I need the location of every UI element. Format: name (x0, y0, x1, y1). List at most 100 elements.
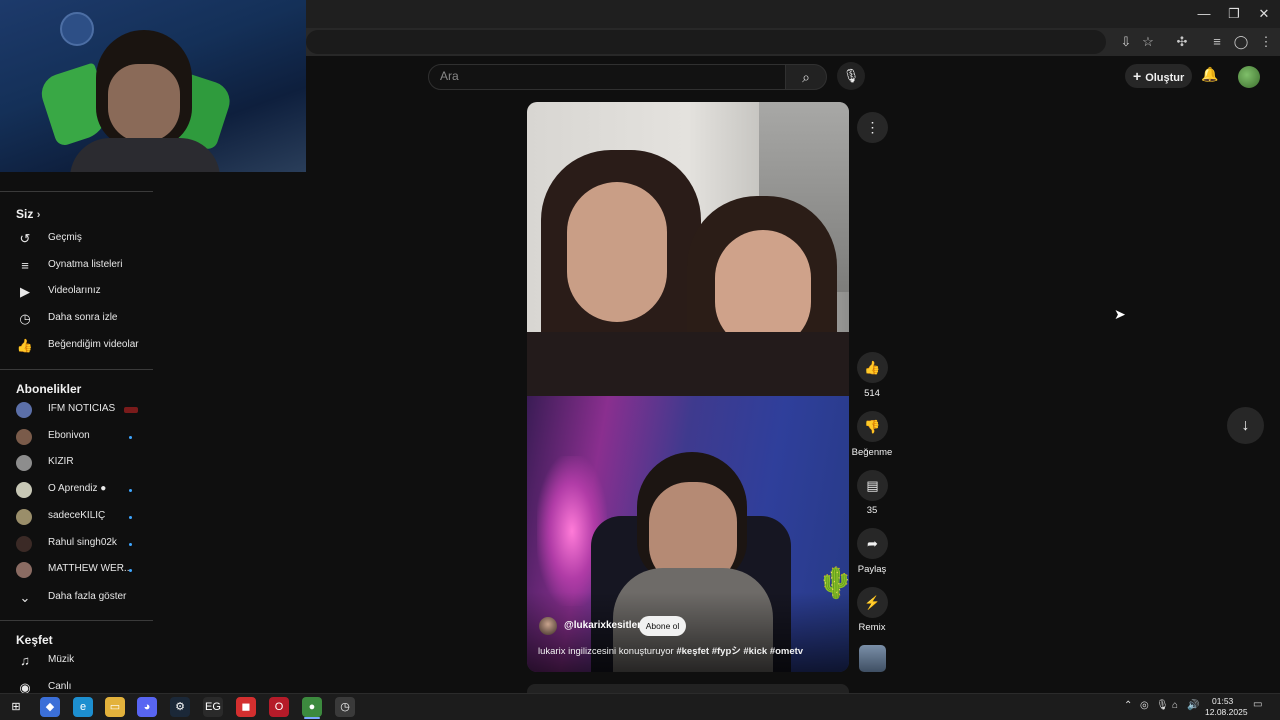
like-icon[interactable]: 👍 (857, 352, 888, 383)
app-clock-icon[interactable]: ◷ (335, 697, 355, 717)
channel-avatar (16, 562, 32, 579)
more-options-icon[interactable]: ⋮ (857, 112, 888, 143)
sidebar-item-label: Daha sonra izle (48, 312, 118, 324)
live-indicator (124, 407, 138, 413)
epic-games-icon[interactable]: EG (203, 697, 223, 717)
microphone-icon[interactable]: 🎙 (837, 62, 865, 90)
subscriptions-heading: Abonelikler (16, 382, 82, 396)
sidebar-item-label: Geçmiş (48, 232, 82, 243)
explore-heading: Keşfet (16, 633, 53, 647)
new-content-dot (129, 489, 132, 493)
remix-icon[interactable]: ⚡ (857, 587, 888, 618)
video-top-frame (527, 102, 849, 396)
media-controls-icon[interactable]: ≡ (1207, 32, 1227, 52)
notification-center-icon[interactable]: ▭ (1253, 699, 1262, 710)
sidebar-item-label: Canlı (48, 680, 72, 692)
channel-avatar (16, 455, 32, 472)
sidebar-item-liked-videos[interactable]: 👍 Beğendiğim videolar (0, 333, 153, 359)
channel-avatar (16, 508, 32, 525)
file-explorer-icon[interactable]: ▭ (105, 697, 125, 717)
clock-time[interactable]: 01:53 (1212, 696, 1233, 706)
channel-avatar (16, 535, 32, 552)
new-content-dot (129, 542, 132, 546)
you-heading[interactable]: Siz › (16, 207, 40, 221)
minimize-button[interactable]: — (1189, 4, 1219, 24)
subscription-item[interactable]: O Aprendiz ● (0, 477, 153, 503)
notifications-bell-icon[interactable]: 🔔 (1200, 66, 1220, 86)
sound-thumbnail[interactable] (859, 645, 886, 672)
chevron-down-icon: ⌄ (19, 590, 31, 605)
tray-app-icon[interactable]: ◎ (1140, 700, 1149, 711)
show-more-button[interactable]: ⌄ Daha fazla göster (0, 585, 153, 611)
edge-icon[interactable]: e (73, 697, 93, 717)
comment-count: 35 (866, 505, 878, 516)
browser-menu-icon[interactable]: ⋮ (1256, 32, 1276, 52)
webcam-overlay (0, 0, 306, 172)
active-app-indicator (304, 717, 320, 719)
channel-handle[interactable]: @lukarixkesitleri (564, 620, 644, 631)
channel-avatar (16, 482, 32, 499)
comment-icon[interactable]: ▤ (857, 470, 888, 501)
sidebar-item-watch-later[interactable]: ◷ Daha sonra izle (0, 306, 153, 332)
network-icon[interactable]: ⌂ (1172, 700, 1178, 711)
install-app-icon[interactable]: ⇩ (1116, 32, 1136, 52)
close-button[interactable]: ✕ (1249, 4, 1279, 24)
address-bar[interactable] (306, 30, 1106, 54)
remix-label: Remix (858, 622, 886, 633)
share-icon[interactable]: ➦ (857, 528, 888, 559)
sidebar-item-music[interactable]: ♫ Müzik (0, 648, 153, 674)
steam-icon[interactable]: ⚙ (170, 697, 190, 717)
bookmark-star-icon[interactable]: ☆ (1138, 32, 1158, 52)
sidebar-item-label: Videolarınız (48, 285, 101, 297)
search-icon[interactable]: ⌕ (785, 64, 827, 90)
sidebar-item-label: Müzik (48, 654, 75, 665)
copilot-icon[interactable]: ◆ (40, 697, 60, 717)
sidebar-item-playlists[interactable]: ≡ Oynatma listeleri (0, 253, 153, 279)
subscription-label: sadeceKILIÇ (48, 509, 106, 521)
chrome-icon[interactable]: ● (302, 697, 322, 717)
subscription-label: Rahul singh02k (48, 536, 117, 548)
extensions-icon[interactable]: ✣ (1172, 32, 1192, 52)
account-avatar[interactable] (1238, 66, 1260, 88)
subscription-item[interactable]: Rahul singh02k (0, 531, 153, 557)
sidebar-item-your-videos[interactable]: ▶ Videolarınız (0, 279, 153, 305)
search-input[interactable] (428, 64, 786, 90)
sidebar-divider (0, 191, 153, 192)
arrow-down-icon[interactable]: ↓ (1227, 407, 1264, 444)
chevron-right-icon: › (36, 209, 41, 221)
clock-date[interactable]: 12.08.2025 (1205, 707, 1248, 717)
sidebar-item-history[interactable]: ↺ Geçmiş (0, 226, 153, 252)
subscribe-button[interactable]: Abone ol (639, 616, 686, 636)
subscription-item[interactable]: MATTHEW WER... (0, 557, 153, 583)
app-red-icon[interactable]: ◼ (236, 697, 256, 717)
microphone-tray-icon[interactable]: 🎙 (1156, 700, 1169, 711)
channel-avatar[interactable] (539, 617, 557, 635)
tray-chevron-icon[interactable]: ⌃ (1124, 700, 1132, 711)
channel-avatar (16, 428, 32, 445)
subscription-item[interactable]: IFM NOTICIAS (0, 397, 153, 423)
windows-start-icon[interactable]: ⊞ (6, 697, 26, 717)
short-video-player[interactable]: 🌵 (527, 102, 849, 672)
discord-icon[interactable]: ◕ (137, 697, 157, 717)
subscription-item[interactable]: Ebonivon (0, 424, 153, 450)
dislike-label: Beğenme (851, 447, 893, 458)
subscription-item[interactable]: sadeceKILIÇ (0, 504, 153, 530)
opera-icon[interactable]: O (269, 697, 289, 717)
new-content-dot (129, 435, 132, 439)
sidebar-divider (0, 620, 153, 621)
like-count: 514 (864, 388, 880, 399)
dislike-icon[interactable]: 👎 (857, 411, 888, 442)
subscription-label: O Aprendiz ● (48, 483, 107, 495)
caption-hashtags[interactable]: #keşfet #fypシ #kick #ometv (676, 646, 803, 657)
subscription-label: Ebonivon (48, 429, 90, 441)
restore-button[interactable]: ❐ (1219, 4, 1249, 24)
plus-icon: + (1133, 68, 1142, 84)
volume-icon[interactable]: 🔊 (1187, 700, 1199, 711)
profile-icon[interactable]: ◯ (1231, 32, 1251, 52)
subscription-item[interactable]: KIZIR (0, 450, 153, 476)
create-button[interactable]: + Oluştur (1125, 64, 1192, 88)
mouse-cursor-icon: ➤ (1114, 306, 1126, 322)
channel-avatar (16, 402, 32, 418)
history-icon: ↺ (19, 231, 31, 246)
sidebar-item-label: Beğendiğim videolar (48, 338, 139, 350)
